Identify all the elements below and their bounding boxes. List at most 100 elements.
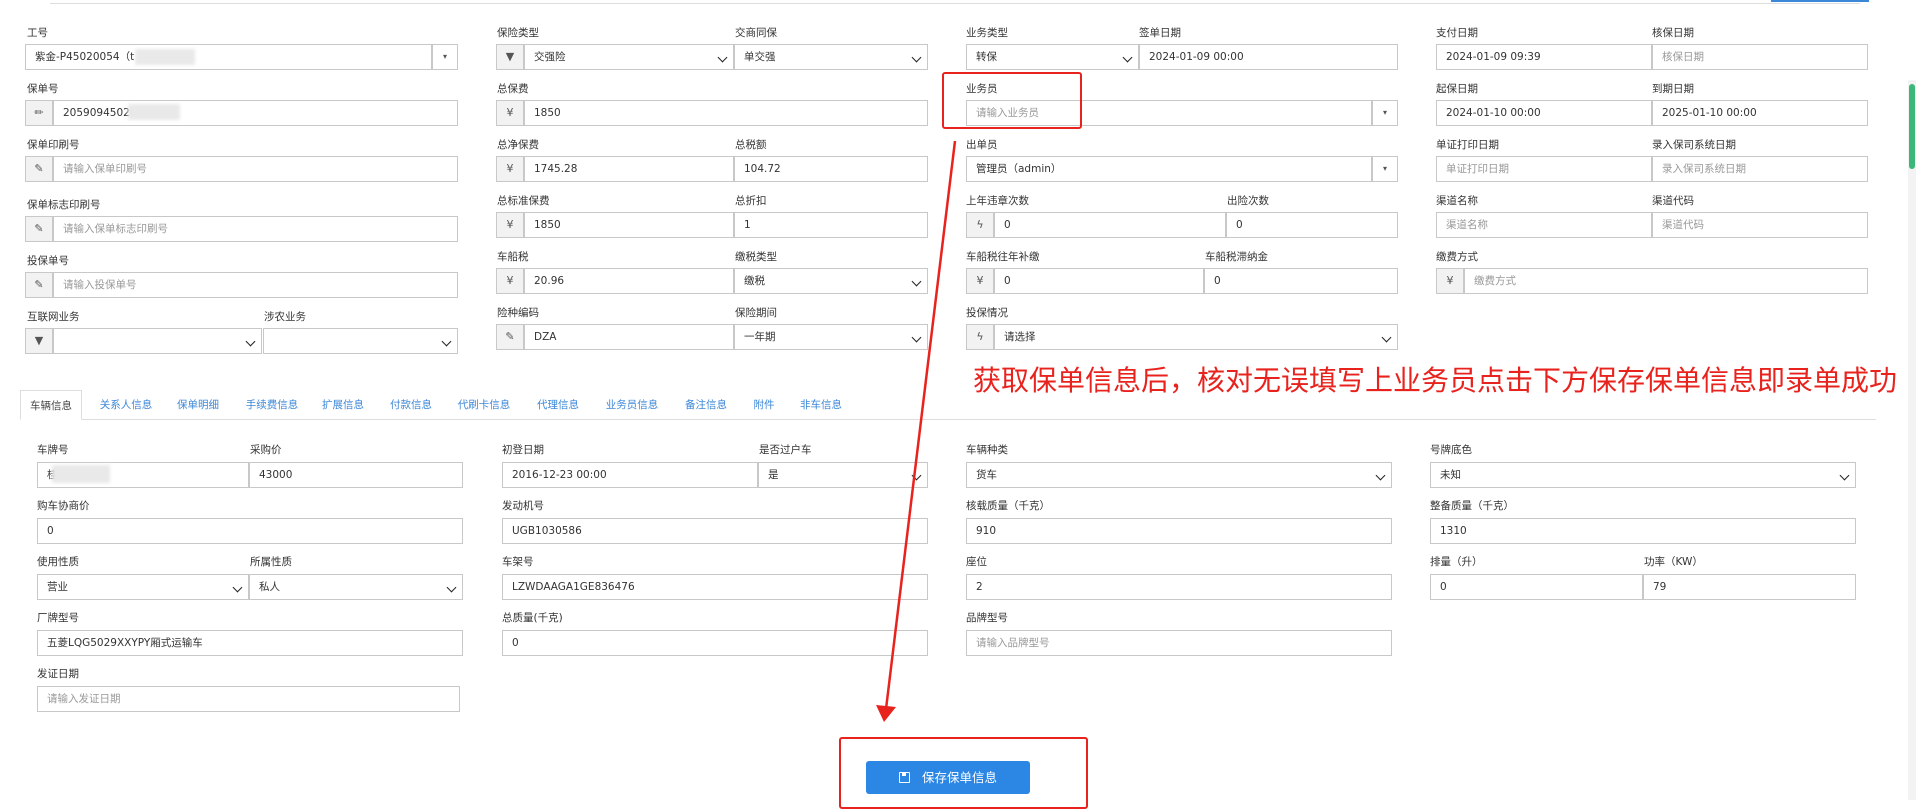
vehicle-kind-select[interactable]: 货车	[966, 462, 1392, 488]
start-date-input[interactable]: 2024-01-10 00:00	[1436, 100, 1652, 126]
plate-color-select[interactable]: 未知	[1430, 462, 1856, 488]
tab-remarks[interactable]: 备注信息	[682, 390, 730, 420]
start-date-label: 起保日期	[1436, 83, 1478, 95]
toubao-status-select[interactable]: 请选择	[994, 324, 1398, 350]
use-type-label: 使用性质	[37, 556, 79, 568]
toubao-status-label: 投保情况	[966, 307, 1008, 319]
tax-type-label: 缴税类型	[735, 251, 777, 263]
load-mass-input[interactable]: 910	[966, 518, 1392, 544]
tab-attachments[interactable]: 附件	[751, 390, 777, 420]
biaozhi-yinshua-input[interactable]: 请输入保单标志印刷号	[53, 216, 458, 242]
period-select[interactable]: 一年期	[734, 324, 928, 350]
hulianwang-select[interactable]	[53, 328, 262, 354]
nego-price-input[interactable]: 0	[37, 518, 463, 544]
claims-label: 出险次数	[1227, 195, 1269, 207]
tab-policy-detail[interactable]: 保单明细	[174, 390, 222, 420]
purchase-price-input[interactable]: 43000	[249, 462, 463, 488]
tab-payment[interactable]: 付款信息	[387, 390, 435, 420]
gross-mass-input[interactable]: 0	[502, 630, 928, 656]
scrollbar-thumb[interactable]	[1909, 84, 1915, 169]
shenong-select[interactable]	[263, 328, 458, 354]
toubaodanhao-label: 投保单号	[27, 255, 69, 267]
vessel-tax-input[interactable]: 20.96	[524, 268, 734, 294]
tab-card[interactable]: 代刷卡信息	[454, 390, 514, 420]
tab-extend[interactable]: 扩展信息	[319, 390, 367, 420]
save-policy-button[interactable]: 保存保单信息	[866, 761, 1030, 794]
tab-vehicle[interactable]: 车辆信息	[20, 390, 82, 420]
net-premium-label: 总净保费	[497, 139, 539, 151]
redacted-blur	[135, 49, 195, 65]
pencil-icon: ✏	[25, 100, 53, 126]
first-reg-input[interactable]: 2016-12-23 00:00	[502, 462, 758, 488]
toubaodanhao-input[interactable]: 请输入投保单号	[53, 272, 458, 298]
tab-fee[interactable]: 手续费信息	[242, 390, 302, 420]
tab-non-vehicle[interactable]: 非车信息	[797, 390, 845, 420]
yen-icon: ¥	[1436, 268, 1464, 294]
baodan-yinshua-label: 保单印刷号	[27, 139, 80, 151]
baodanhao-input[interactable]: 20590945020	[53, 100, 458, 126]
violations-input[interactable]: 0	[994, 212, 1226, 238]
xz-code-input[interactable]: DZA	[524, 324, 734, 350]
transfer-select[interactable]: 是	[758, 462, 928, 488]
tab-salesman[interactable]: 业务员信息	[602, 390, 662, 420]
entry-date-label: 录入保司系统日期	[1652, 139, 1736, 151]
cert-date-input[interactable]: 请输入发证日期	[37, 686, 460, 712]
bolt-icon: ϟ	[966, 324, 994, 350]
power-input[interactable]: 79	[1643, 574, 1856, 600]
entry-date-input[interactable]: 录入保司系统日期	[1652, 156, 1868, 182]
tab-relations[interactable]: 关系人信息	[96, 390, 156, 420]
tax-type-select[interactable]: 缴税	[734, 268, 928, 294]
use-type-select[interactable]: 营业	[37, 574, 249, 600]
brand-model-input[interactable]: 五菱LQG5029XXYPY厢式运输车	[37, 630, 463, 656]
jiaoshang-label: 交商同保	[735, 27, 777, 39]
pay-date-label: 支付日期	[1436, 27, 1478, 39]
sign-date-input[interactable]: 2024-01-09 00:00	[1139, 44, 1398, 70]
top-button-edge[interactable]	[1771, 0, 1869, 2]
tab-agent[interactable]: 代理信息	[534, 390, 582, 420]
net-premium-input[interactable]: 1745.28	[524, 156, 734, 182]
pay-method-input[interactable]: 缴费方式	[1464, 268, 1868, 294]
xianzhong-type-select[interactable]: 交强险	[524, 44, 734, 70]
channel-code-input[interactable]: 渠道代码	[1652, 212, 1868, 238]
caret-down-icon[interactable]: ▾	[432, 44, 458, 70]
pay-date-input[interactable]: 2024-01-09 09:39	[1436, 44, 1652, 70]
seats-input[interactable]: 2	[966, 574, 1392, 600]
print-date-input[interactable]: 单证打印日期	[1436, 156, 1652, 182]
channel-name-input[interactable]: 渠道名称	[1436, 212, 1652, 238]
std-premium-input[interactable]: 1850	[524, 212, 734, 238]
owner-type-select[interactable]: 私人	[249, 574, 463, 600]
biz-type-select[interactable]: 转保	[966, 44, 1139, 70]
yen-icon: ¥	[496, 212, 524, 238]
biz-type-label: 业务类型	[966, 27, 1008, 39]
filter-icon: ▼	[25, 328, 53, 354]
channel-name-label: 渠道名称	[1436, 195, 1478, 207]
yen-icon: ¥	[496, 156, 524, 182]
vin-input[interactable]: LZWDAAGA1GE836476	[502, 574, 928, 600]
claims-input[interactable]: 0	[1226, 212, 1398, 238]
discount-input[interactable]: 1	[734, 212, 928, 238]
save-icon	[898, 772, 910, 783]
issuer-select[interactable]: 管理员（admin）	[966, 156, 1372, 182]
edit-icon: ✎	[496, 324, 524, 350]
verify-date-input[interactable]: 核保日期	[1652, 44, 1868, 70]
engine-no-input[interactable]: UGB1030586	[502, 518, 928, 544]
scrollbar-track[interactable]	[1908, 80, 1916, 800]
end-date-input[interactable]: 2025-01-10 00:00	[1652, 100, 1868, 126]
total-premium-input[interactable]: 1850	[524, 100, 928, 126]
annotation-box-salesman	[942, 72, 1082, 129]
gonghao-select[interactable]: 紫金-P45020054（t	[25, 44, 432, 70]
total-tax-input[interactable]: 104.72	[734, 156, 928, 182]
baodan-yinshua-input[interactable]: 请输入保单印刷号	[53, 156, 458, 182]
verify-date-label: 核保日期	[1652, 27, 1694, 39]
caret-down-icon[interactable]: ▾	[1372, 156, 1398, 182]
yen-icon: ¥	[966, 268, 994, 294]
displacement-input[interactable]: 0	[1430, 574, 1643, 600]
curb-mass-input[interactable]: 1310	[1430, 518, 1856, 544]
tax-late-input[interactable]: 0	[1204, 268, 1398, 294]
caret-down-icon[interactable]: ▾	[1372, 100, 1398, 126]
brand-no-input[interactable]: 请输入品牌型号	[966, 630, 1392, 656]
jiaoshang-select[interactable]: 单交强	[734, 44, 928, 70]
tax-back-input[interactable]: 0	[994, 268, 1204, 294]
displacement-label: 排量（升）	[1430, 556, 1483, 568]
print-date-label: 单证打印日期	[1436, 139, 1499, 151]
